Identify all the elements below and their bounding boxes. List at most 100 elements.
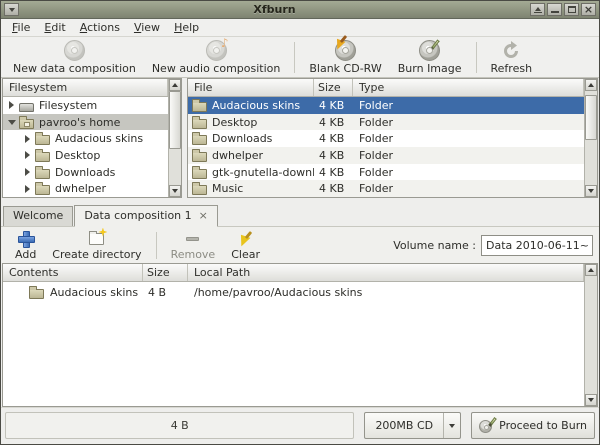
menu-help[interactable]: Help (167, 20, 206, 36)
expander-expanded-icon[interactable] (7, 120, 16, 125)
blank-cdrw-disc-icon (335, 40, 356, 61)
tree-item-pavroo-home[interactable]: pavroo's home (3, 114, 168, 131)
close-button[interactable]: × (581, 3, 596, 16)
refresh-label: Refresh (491, 62, 533, 75)
file-row-desktop[interactable]: Desktop 4 KB Folder (188, 114, 584, 131)
scroll-up-button[interactable] (585, 264, 597, 276)
new-folder-icon (89, 233, 104, 245)
file-list-scrollbar[interactable] (584, 79, 597, 197)
disc-type-combobox[interactable]: 200MB CD (364, 412, 461, 439)
scroll-track[interactable] (585, 91, 597, 185)
refresh-icon (501, 41, 521, 61)
folder-icon (192, 135, 207, 145)
contents-panel: Contents Size Local Path Audacious skins… (2, 263, 598, 407)
window-menu-icon (9, 8, 15, 12)
scroll-down-button[interactable] (585, 185, 597, 197)
folder-icon (35, 169, 50, 179)
expander-collapsed-icon[interactable] (23, 135, 32, 143)
burn-image-button[interactable]: Burn Image (390, 39, 470, 76)
new-data-composition-button[interactable]: New data composition (5, 39, 144, 76)
scroll-down-button[interactable] (585, 394, 597, 406)
tab-welcome[interactable]: Welcome (3, 206, 73, 226)
folder-icon (35, 185, 50, 195)
volume-name-input[interactable] (481, 235, 593, 256)
column-local-path[interactable]: Local Path (188, 264, 584, 281)
tree-item-filesystem[interactable]: Filesystem (3, 97, 168, 114)
file-row-audacious-skins[interactable]: Audacious skins 4 KB Folder (188, 97, 584, 114)
scroll-down-button[interactable] (169, 185, 181, 197)
remove-button[interactable]: Remove (163, 229, 224, 262)
create-directory-button[interactable]: Create directory (44, 229, 149, 262)
refresh-button[interactable]: Refresh (483, 39, 541, 76)
notebook-tabs: Welcome Data composition 1 × (1, 198, 599, 226)
statusbar: 4 B 200MB CD Proceed to Burn (1, 407, 599, 444)
burn-disc-icon (479, 418, 495, 434)
minimize-icon (551, 11, 559, 13)
combo-arrow-icon[interactable] (443, 413, 460, 438)
menu-view[interactable]: View (127, 20, 167, 36)
menu-edit[interactable]: Edit (37, 20, 72, 36)
tree-item-dwhelper[interactable]: dwhelper (3, 180, 168, 197)
proceed-to-burn-button[interactable]: Proceed to Burn (471, 412, 595, 439)
maximize-button[interactable] (564, 3, 579, 16)
xfburn-window: Xfburn × File Edit Actions View Help New… (0, 0, 600, 445)
close-icon: × (584, 5, 593, 14)
file-row-gtk-gnutella-downloads[interactable]: gtk-gnutella-downloads 4 KB Folder (188, 164, 584, 181)
plus-icon (18, 231, 33, 246)
clear-button[interactable]: Clear (223, 229, 268, 262)
file-row-dwhelper[interactable]: dwhelper 4 KB Folder (188, 147, 584, 164)
titlebar[interactable]: Xfburn × (1, 1, 599, 19)
column-contents[interactable]: Contents (3, 264, 143, 281)
clear-label: Clear (231, 248, 260, 261)
add-button[interactable]: Add (7, 229, 44, 262)
blank-cdrw-button[interactable]: Blank CD-RW (301, 39, 389, 76)
shade-icon (535, 7, 541, 11)
scroll-up-button[interactable] (169, 79, 181, 91)
music-note-icon: ♪ (221, 36, 229, 50)
pencil-icon (429, 39, 439, 51)
new-audio-composition-button[interactable]: ♪ New audio composition (144, 39, 289, 76)
tree-item-desktop[interactable]: Desktop (3, 147, 168, 164)
contents-scrollbar[interactable] (584, 264, 597, 406)
expander-collapsed-icon[interactable] (7, 101, 16, 109)
folder-icon (192, 185, 207, 195)
shade-button[interactable] (530, 3, 545, 16)
tree-item-audacious-skins[interactable]: Audacious skins (3, 130, 168, 147)
tab-close-icon[interactable]: × (199, 211, 208, 221)
scroll-track[interactable] (585, 276, 597, 394)
window-menu-button[interactable] (4, 3, 19, 16)
expander-collapsed-icon[interactable] (23, 168, 32, 176)
scroll-thumb[interactable] (585, 95, 597, 140)
volume-name-group: Volume name : (393, 229, 593, 262)
scroll-thumb[interactable] (169, 91, 181, 149)
column-size[interactable]: Size (314, 79, 353, 96)
home-folder-icon (19, 119, 34, 129)
scroll-track[interactable] (169, 91, 181, 185)
new-data-disc-icon (64, 40, 85, 61)
menu-actions[interactable]: Actions (73, 20, 127, 36)
expander-collapsed-icon[interactable] (23, 151, 32, 159)
column-size[interactable]: Size (143, 264, 188, 281)
column-type[interactable]: Type (353, 79, 584, 96)
tree-item-downloads[interactable]: Downloads (3, 164, 168, 181)
scroll-up-button[interactable] (585, 79, 597, 91)
new-audio-disc-icon: ♪ (206, 40, 227, 61)
contents-row-audacious-skins[interactable]: Audacious skins 4 B /home/pavroo/Audacio… (3, 282, 584, 302)
column-file[interactable]: File (188, 79, 314, 96)
folder-icon (192, 152, 207, 162)
filesystem-scrollbar[interactable] (168, 79, 181, 197)
brush-icon (333, 36, 349, 52)
minimize-button[interactable] (547, 3, 562, 16)
burn-image-disc-icon (419, 40, 440, 61)
add-label: Add (15, 248, 36, 261)
menu-file[interactable]: File (5, 20, 37, 36)
filesystem-column-header[interactable]: Filesystem (3, 79, 168, 97)
total-size-indicator: 4 B (5, 412, 354, 439)
file-row-downloads[interactable]: Downloads 4 KB Folder (188, 130, 584, 147)
folder-icon (192, 102, 207, 112)
tab-data-composition[interactable]: Data composition 1 × (74, 205, 218, 227)
contents-area: Contents Size Local Path Audacious skins… (1, 263, 599, 407)
maximize-icon (568, 6, 576, 13)
file-row-music[interactable]: Music 4 KB Folder (188, 180, 584, 197)
expander-collapsed-icon[interactable] (23, 185, 32, 193)
